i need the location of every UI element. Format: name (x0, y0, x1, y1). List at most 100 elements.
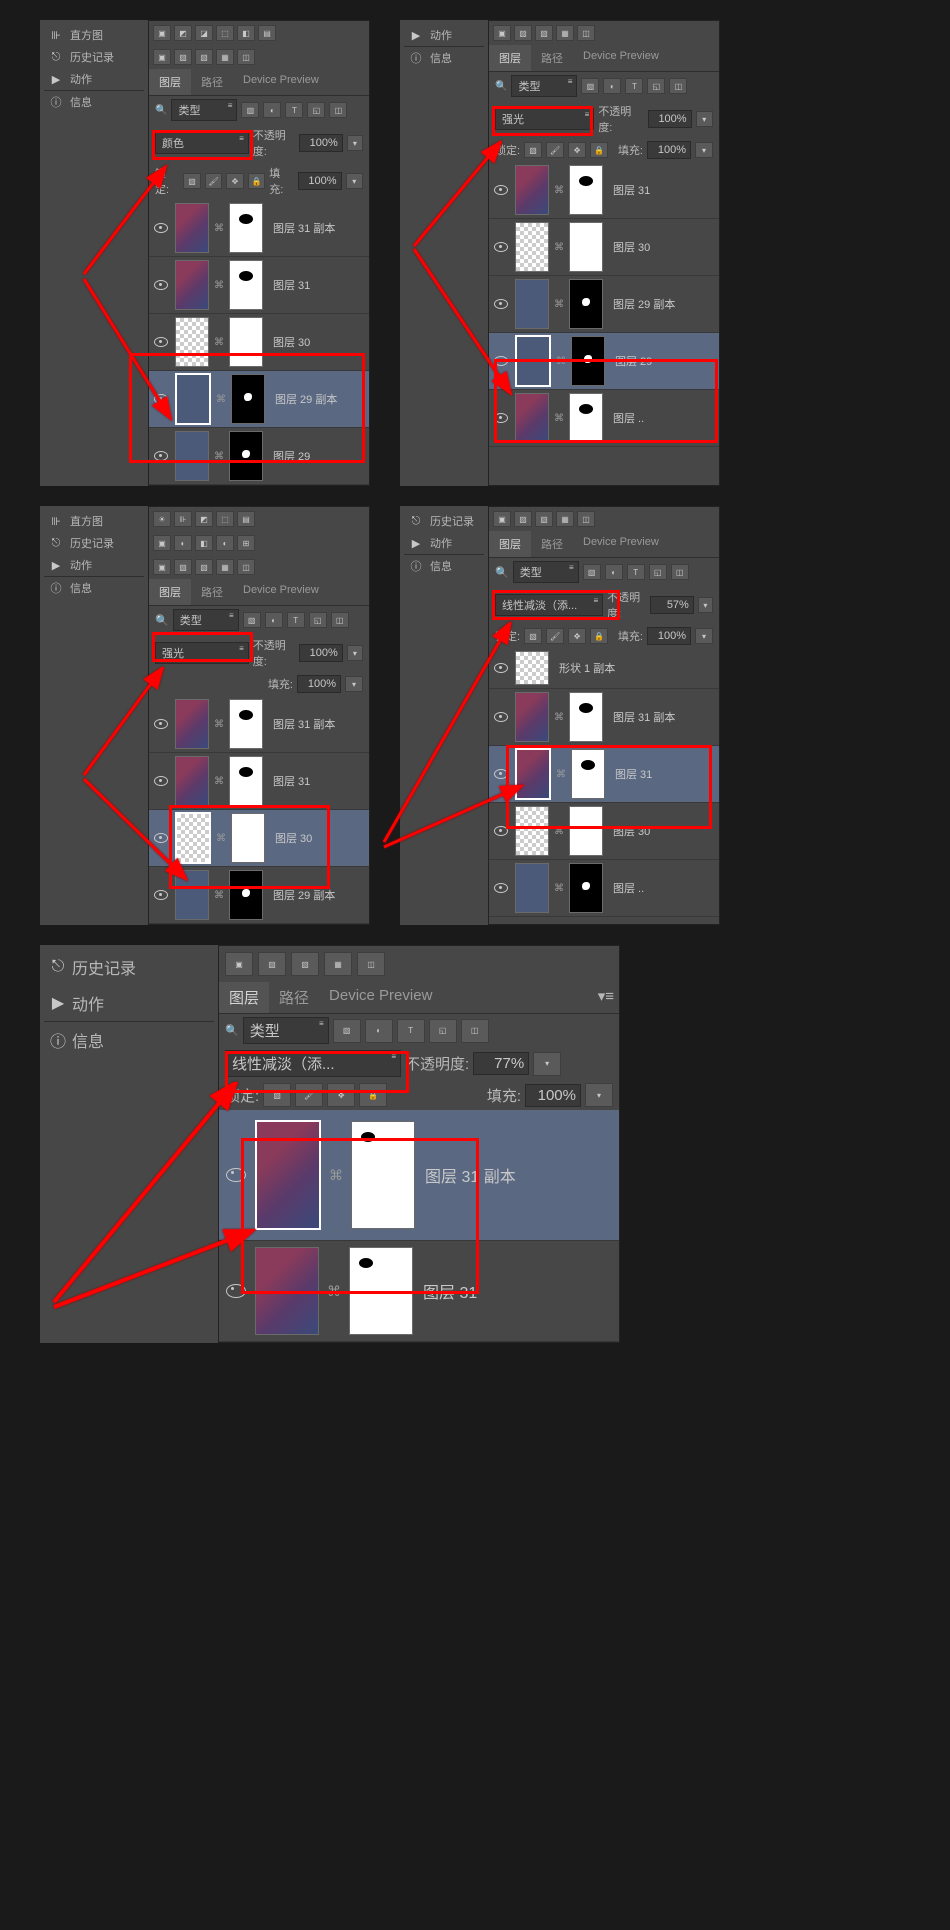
layer-thumb[interactable] (255, 1120, 321, 1230)
history-item[interactable]: ⎋历史记录 (44, 46, 144, 68)
layer-row[interactable]: ⌘图层 30 (149, 314, 369, 371)
link-icon[interactable]: ⌘ (211, 451, 227, 462)
filter-adjust-icon[interactable]: ◐ (365, 1019, 393, 1043)
link-icon[interactable]: ⌘ (213, 833, 229, 844)
filter-icon[interactable]: ◫ (669, 78, 687, 94)
mask-thumb[interactable] (229, 317, 263, 367)
blend-mode-dropdown[interactable]: 线性减淡（添... (225, 1050, 401, 1077)
fill-value[interactable]: 100% (647, 627, 691, 645)
link-icon[interactable]: ⌘ (553, 769, 569, 780)
filter-icon[interactable]: ▧ (243, 612, 261, 628)
actions-item[interactable]: ▶动作 (44, 985, 214, 1021)
tool-icon[interactable]: ▤ (258, 25, 276, 41)
tool-icon[interactable]: ◫ (577, 511, 595, 527)
mask-thumb[interactable] (569, 863, 603, 913)
filter-kind-dropdown[interactable]: 类型 (511, 75, 577, 97)
link-icon[interactable]: ⌘ (551, 826, 567, 837)
filter-kind-dropdown[interactable]: 类型 (243, 1017, 329, 1044)
filter-smart-icon[interactable]: ◫ (329, 102, 347, 118)
chevron-down-icon[interactable]: ▾ (696, 111, 713, 127)
history-item[interactable]: ⎋历史记录 (404, 510, 484, 532)
layer-row[interactable]: ⌘图层 29 (149, 428, 369, 485)
tool-icon[interactable]: ▨ (514, 511, 532, 527)
tool-icon[interactable]: ▧ (535, 511, 553, 527)
mask-thumb[interactable] (229, 203, 263, 253)
tool-icon[interactable]: ◐ (216, 535, 234, 551)
lock-move-icon[interactable]: ✥ (327, 1083, 355, 1107)
tool-icon[interactable]: ▤ (237, 511, 255, 527)
link-icon[interactable]: ⌘ (551, 883, 567, 894)
layer-row[interactable]: ⌘图层 29 (489, 333, 719, 390)
tool-icon[interactable]: ⬚ (216, 25, 234, 41)
tab-device-preview[interactable]: Device Preview (319, 982, 442, 1013)
tab-paths[interactable]: 路径 (531, 45, 573, 71)
mask-thumb[interactable] (571, 336, 605, 386)
filter-icon[interactable]: ◐ (265, 612, 283, 628)
filter-smart-icon[interactable]: ◫ (461, 1019, 489, 1043)
filter-type-icon[interactable]: T (285, 102, 303, 118)
lock-icon[interactable]: 🖌 (546, 628, 564, 644)
visibility-toggle[interactable] (489, 413, 513, 423)
filter-icon[interactable]: T (287, 612, 305, 628)
tool-icon[interactable]: ▨ (174, 49, 192, 65)
tab-layers[interactable]: 图层 (149, 579, 191, 605)
tool-icon[interactable]: ▦ (556, 511, 574, 527)
lock-icon[interactable]: 🔒 (590, 142, 608, 158)
tab-layers[interactable]: 图层 (219, 982, 269, 1013)
chevron-down-icon[interactable]: ▾ (347, 135, 363, 151)
tool-icon[interactable]: ▣ (153, 49, 171, 65)
filter-pixel-icon[interactable]: ▧ (333, 1019, 361, 1043)
info-item[interactable]: ⓘ信息 (404, 555, 484, 577)
tool-icon[interactable]: ▣ (493, 25, 511, 41)
mask-thumb[interactable] (351, 1121, 415, 1229)
tab-paths[interactable]: 路径 (269, 982, 319, 1013)
mask-thumb[interactable] (229, 699, 263, 749)
actions-item[interactable]: ▶动作 (44, 68, 144, 90)
info-item[interactable]: ⓘ信息 (44, 577, 144, 599)
tool-icon[interactable]: ◧ (195, 535, 213, 551)
tool-icon[interactable]: ▨ (514, 25, 532, 41)
layer-row[interactable]: ⌘图层 30 (489, 219, 719, 276)
filter-adjust-icon[interactable]: ◐ (263, 102, 281, 118)
tool-icon[interactable]: ▦ (556, 25, 574, 41)
filter-shape-icon[interactable]: ◱ (429, 1019, 457, 1043)
link-icon[interactable]: ⌘ (551, 185, 567, 196)
tool-icon[interactable]: ▨ (174, 559, 192, 575)
lock-move-icon[interactable]: ✥ (226, 173, 244, 189)
tool-icon[interactable]: ▣ (153, 25, 171, 41)
chevron-down-icon[interactable]: ▾ (347, 645, 363, 661)
tab-paths[interactable]: 路径 (191, 579, 233, 605)
tool-icon[interactable]: ◩ (174, 25, 192, 41)
history-item[interactable]: ⎋历史记录 (44, 532, 144, 554)
link-icon[interactable]: ⌘ (211, 280, 227, 291)
actions-item[interactable]: ▶动作 (404, 24, 484, 46)
link-icon[interactable]: ⌘ (551, 242, 567, 253)
layer-row[interactable]: ⌘图层 29 副本 (149, 371, 369, 428)
fill-value[interactable]: 100% (525, 1084, 581, 1107)
mask-thumb[interactable] (229, 431, 263, 481)
tool-icon[interactable]: ◩ (195, 511, 213, 527)
tool-icon[interactable]: ▣ (153, 535, 171, 551)
tool-icon[interactable]: ◫ (577, 25, 595, 41)
layer-thumb[interactable] (175, 260, 209, 310)
link-icon[interactable]: ⌘ (213, 394, 229, 405)
lock-brush-icon[interactable]: 🖌 (205, 173, 223, 189)
lock-icon[interactable]: ▧ (524, 142, 542, 158)
layer-row[interactable]: ⌘图层 29 副本 (489, 276, 719, 333)
blend-mode-dropdown[interactable]: 强光 (495, 108, 594, 130)
lock-brush-icon[interactable]: 🖌 (295, 1083, 323, 1107)
mask-thumb[interactable] (231, 374, 265, 424)
filter-icon[interactable]: ▧ (583, 564, 601, 580)
filter-shape-icon[interactable]: ◱ (307, 102, 325, 118)
lock-icon[interactable]: ✥ (568, 142, 586, 158)
chevron-down-icon[interactable]: ▾ (695, 142, 713, 158)
opacity-value[interactable]: 100% (299, 134, 343, 152)
info-item[interactable]: ⓘ信息 (44, 1022, 214, 1058)
opacity-value[interactable]: 100% (648, 110, 692, 128)
tool-icon[interactable]: ◪ (195, 25, 213, 41)
link-icon[interactable]: ⌘ (211, 719, 227, 730)
tool-icon[interactable]: ◐ (174, 535, 192, 551)
blend-mode-dropdown[interactable]: 线性减淡（添... (495, 594, 603, 616)
fill-value[interactable]: 100% (297, 675, 341, 693)
chevron-down-icon[interactable]: ▾ (695, 628, 713, 644)
